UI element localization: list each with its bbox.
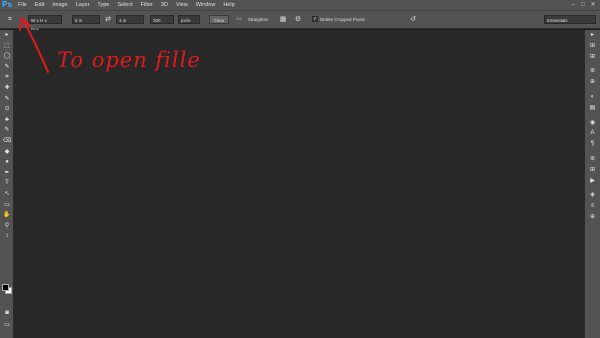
path-selection-tool-icon[interactable]: ↖ xyxy=(0,189,14,200)
character-panel-icon[interactable]: A xyxy=(585,128,600,139)
menu-layer[interactable]: Layer xyxy=(72,0,94,10)
width-input[interactable]: 5 in xyxy=(72,15,100,24)
healing-brush-tool-icon[interactable]: ✎ xyxy=(0,94,14,105)
brush-panel-icon[interactable]: ◉ xyxy=(585,118,600,129)
document-area xyxy=(14,30,584,338)
quick-mask-icon[interactable]: ◙ xyxy=(0,308,14,319)
actions-panel-icon[interactable]: ▶ xyxy=(585,176,600,187)
menu-edit[interactable]: Edit xyxy=(31,0,48,10)
move-tool-icon[interactable]: ▸ xyxy=(0,30,14,41)
menu-filter[interactable]: Filter xyxy=(137,0,157,10)
menu-file[interactable]: File xyxy=(14,0,31,10)
adjustments-panel-icon[interactable]: ◐ xyxy=(585,92,600,103)
workspace-select[interactable]: Essentials xyxy=(544,15,596,24)
gradient-tool-icon[interactable]: ◆ xyxy=(0,147,14,158)
delete-cropped-checkbox[interactable]: ✓ xyxy=(312,16,318,22)
properties-panel-icon[interactable]: ⊞ xyxy=(585,52,600,63)
delete-cropped-label: Delete Cropped Pixels xyxy=(320,17,365,22)
rectangle-tool-icon[interactable]: ▭ xyxy=(0,200,14,211)
menu-view[interactable]: View xyxy=(172,0,192,10)
marquee-tool-icon[interactable]: ⬚ xyxy=(0,41,14,52)
reset-icon[interactable]: ↺ xyxy=(408,15,418,24)
eraser-tool-icon[interactable]: ⌫ xyxy=(0,136,14,147)
clear-button[interactable]: Clear xyxy=(209,15,229,24)
swap-icon[interactable]: ⇄ xyxy=(103,15,113,24)
brush-tool-icon[interactable]: ⊙ xyxy=(0,104,14,115)
quick-selection-tool-icon[interactable]: ✎ xyxy=(0,62,14,73)
tool-presets-panel-icon[interactable]: ⊞ xyxy=(585,165,600,176)
grid-overlay-icon[interactable]: ▦ xyxy=(278,15,288,24)
layers-panel-icon[interactable]: ◈ xyxy=(585,190,600,201)
resolution-input[interactable]: 300 xyxy=(150,15,174,24)
menu-3d[interactable]: 3D xyxy=(157,0,172,10)
options-bar: ⌗ W x H x Res... 5 in ⇄ 4 in 300 px/in C… xyxy=(0,10,600,32)
resolution-unit-select[interactable]: px/in xyxy=(178,15,200,24)
channels-panel-icon[interactable]: ≡ xyxy=(585,201,600,212)
maximize-button[interactable]: □ xyxy=(578,0,588,10)
dodge-tool-icon[interactable]: ● xyxy=(0,157,14,168)
minimize-button[interactable]: – xyxy=(568,0,578,10)
history-panel-icon[interactable]: ⊞ xyxy=(585,41,600,52)
menu-window[interactable]: Window xyxy=(192,0,220,10)
zoom-tool-icon[interactable]: ⚲ xyxy=(0,221,14,232)
menu-bar: Ps File Edit Image Layer Type Select Fil… xyxy=(0,0,600,10)
eyedropper-tool-icon[interactable]: ✚ xyxy=(0,83,14,94)
height-input[interactable]: 4 in xyxy=(116,15,144,24)
tools-panel: ▸ ⬚ ◯ ✎ ⌗ ✚ ✎ ⊙ ♣ ✎ ⌫ ◆ ● ✒ T ↖ ▭ ✋ ⚲ ↕ … xyxy=(0,30,14,338)
screen-mode-icon[interactable]: ▭ xyxy=(0,320,14,331)
photoshop-logo: Ps xyxy=(1,0,13,9)
straighten-icon[interactable]: Stdt xyxy=(236,15,242,24)
swatches-panel-icon[interactable]: ⊕ xyxy=(585,77,600,88)
panel-dock: ▸ ⊞ ⊞ ⊛ ⊕ ◐ ▤ ◉ A ¶ ⊛ ⊞ ▶ ◈ ≡ ⊕ xyxy=(584,30,600,338)
type-tool-icon[interactable]: T xyxy=(0,178,14,189)
lasso-tool-icon[interactable]: ◯ xyxy=(0,51,14,62)
pen-tool-icon[interactable]: ✒ xyxy=(0,168,14,179)
foreground-color-swatch[interactable] xyxy=(2,284,9,291)
menu-help[interactable]: Help xyxy=(219,0,238,10)
gear-icon[interactable]: ⚙ xyxy=(293,15,303,24)
menu-type[interactable]: Type xyxy=(93,0,113,10)
clone-source-panel-icon[interactable]: ⊛ xyxy=(585,154,600,165)
close-button[interactable]: ✕ xyxy=(588,0,598,10)
paragraph-panel-icon[interactable]: ¶ xyxy=(585,139,600,150)
annotation-text: To open fille xyxy=(57,48,201,72)
crop-icon[interactable]: ⌗ xyxy=(5,15,15,24)
clone-stamp-tool-icon[interactable]: ♣ xyxy=(0,115,14,126)
swap-colors-icon[interactable]: ↕ xyxy=(0,231,14,242)
menu-select[interactable]: Select xyxy=(113,0,136,10)
crop-tool-icon[interactable]: ⌗ xyxy=(0,72,14,83)
color-panel-icon[interactable]: ⊛ xyxy=(585,66,600,77)
styles-panel-icon[interactable]: ▤ xyxy=(585,103,600,114)
paths-panel-icon[interactable]: ⊕ xyxy=(585,212,600,223)
ratio-select[interactable]: W x H x Res... xyxy=(28,15,62,32)
collapse-panels-icon[interactable]: ▸ xyxy=(585,30,600,41)
window-controls: – □ ✕ xyxy=(568,0,598,10)
hand-tool-icon[interactable]: ✋ xyxy=(0,210,14,221)
history-brush-tool-icon[interactable]: ✎ xyxy=(0,125,14,136)
straighten-label[interactable]: Straighten xyxy=(248,15,269,24)
menu-image[interactable]: Image xyxy=(48,0,71,10)
